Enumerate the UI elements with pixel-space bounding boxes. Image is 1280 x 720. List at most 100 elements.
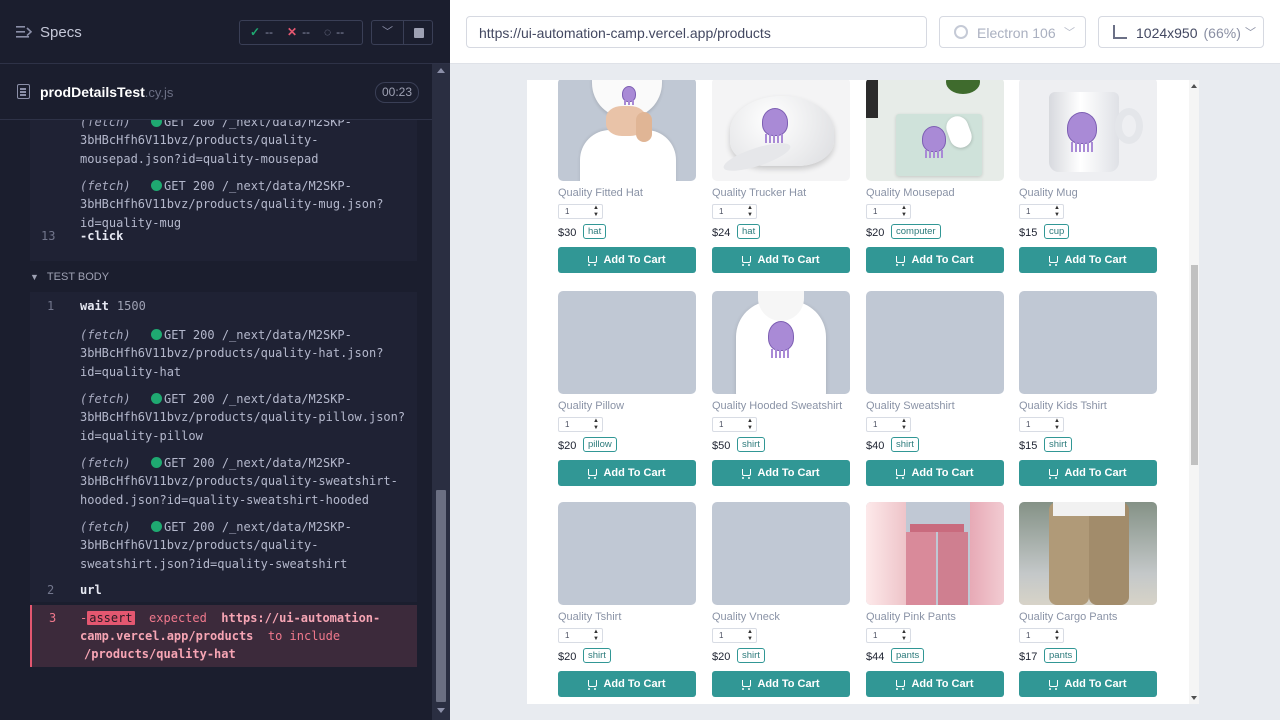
stepper-arrows-icon[interactable]: ▲ ▼	[1054, 629, 1060, 642]
product-name[interactable]: Quality Cargo Pants	[1019, 611, 1117, 623]
add-to-cart-button[interactable]: Add To Cart	[558, 247, 696, 273]
stepper-arrows-icon[interactable]: ▲ ▼	[1054, 418, 1060, 431]
stepper-arrows-icon[interactable]: ▲ ▼	[747, 418, 753, 431]
product-name[interactable]: Quality Kids Tshirt	[1019, 400, 1107, 412]
specs-label[interactable]: Specs	[40, 24, 82, 41]
cart-icon	[588, 680, 598, 690]
product-image[interactable]	[712, 80, 850, 181]
product-image[interactable]	[866, 502, 1004, 605]
quantity-stepper[interactable]: 1 ▲ ▼	[1019, 204, 1064, 219]
spec-extension: .cy.js	[144, 85, 174, 100]
quantity-stepper[interactable]: 1 ▲ ▼	[1019, 417, 1064, 432]
stop-button[interactable]	[403, 20, 433, 45]
product-image[interactable]	[1019, 502, 1157, 605]
chevron-down-button[interactable]: ﹀	[371, 20, 404, 45]
add-to-cart-button[interactable]: Add To Cart	[1019, 671, 1157, 697]
command-fetch-sweatshirt[interactable]: (fetch) GET 200 /_next/data/M2SKP- 3bHBc…	[80, 520, 352, 571]
stepper-arrows-icon[interactable]: ▲ ▼	[747, 629, 753, 642]
scrollbar-thumb[interactable]	[1191, 265, 1198, 465]
pending-count: --	[336, 25, 345, 39]
add-to-cart-button[interactable]: Add To Cart	[866, 671, 1004, 697]
quantity-stepper[interactable]: 1 ▲ ▼	[558, 417, 603, 432]
product-image-placeholder[interactable]	[558, 502, 696, 605]
browser-selector[interactable]: Electron 106 ﹀	[939, 16, 1086, 48]
chevron-down-icon: ▼	[30, 272, 39, 282]
add-to-cart-button[interactable]: Add To Cart	[866, 460, 1004, 486]
list-icon[interactable]	[16, 25, 32, 39]
quantity-stepper[interactable]: 1 ▲ ▼	[712, 204, 757, 219]
add-to-cart-button[interactable]: Add To Cart	[712, 671, 850, 697]
viewport-selector[interactable]: 1024x950 (66%) ﹀	[1098, 16, 1264, 48]
command-fetch-hat[interactable]: (fetch) GET 200 /_next/data/M2SKP- 3bHBc…	[80, 328, 383, 379]
product-image[interactable]	[558, 80, 696, 181]
url-bar[interactable]: https://ui-automation-camp.vercel.app/pr…	[466, 16, 927, 48]
product-name[interactable]: Quality Pink Pants	[866, 611, 956, 623]
add-to-cart-button[interactable]: Add To Cart	[1019, 247, 1157, 273]
command-fetch-mug[interactable]: (fetch) GET 200 /_next/data/M2SKP- 3bHBc…	[80, 179, 383, 230]
command-fetch-sweatshirt-hooded[interactable]: (fetch) GET 200 /_next/data/M2SKP- 3bHBc…	[80, 456, 398, 507]
product-price: $20	[866, 227, 885, 239]
add-to-cart-button[interactable]: Add To Cart	[866, 247, 1004, 273]
quantity-stepper[interactable]: 1 ▲ ▼	[712, 628, 757, 643]
quantity-stepper[interactable]: 1 ▲ ▼	[1019, 628, 1064, 643]
status-dot	[151, 521, 163, 532]
quantity-stepper[interactable]: 1 ▲ ▼	[866, 417, 911, 432]
quantity-stepper[interactable]: 1 ▲ ▼	[558, 628, 603, 643]
product-image-placeholder[interactable]	[1019, 291, 1157, 394]
command-fetch-mousepad[interactable]: (fetch) GET 200 /_next/data/M2SKP- 3bHBc…	[80, 120, 352, 166]
stepper-arrows-icon[interactable]: ▲ ▼	[1054, 205, 1060, 218]
product-name[interactable]: Quality Hooded Sweatshirt	[712, 400, 842, 412]
command-click[interactable]: -click	[80, 229, 123, 243]
scroll-down-icon[interactable]	[1191, 696, 1197, 700]
stats-bar: ✓ -- ✕ -- ◌ --	[239, 20, 363, 45]
product-image-placeholder[interactable]	[712, 502, 850, 605]
product-name[interactable]: Quality Fitted Hat	[558, 187, 643, 199]
scroll-down-icon[interactable]	[437, 708, 445, 713]
category-tag: shirt	[1044, 437, 1072, 452]
product-image[interactable]	[1019, 80, 1157, 181]
scroll-up-icon[interactable]	[437, 68, 445, 73]
product-name[interactable]: Quality Vneck	[712, 611, 780, 623]
scroll-up-icon[interactable]	[1191, 84, 1197, 88]
failed-assertion[interactable]: 3 - assert expected https://ui-automation…	[30, 605, 417, 667]
add-to-cart-button[interactable]: Add To Cart	[712, 247, 850, 273]
category-tag: pants	[1044, 648, 1078, 663]
product-name[interactable]: Quality Sweatshirt	[866, 400, 955, 412]
quantity-stepper[interactable]: 1 ▲ ▼	[866, 204, 911, 219]
quantity-stepper[interactable]: 1 ▲ ▼	[712, 417, 757, 432]
stepper-arrows-icon[interactable]: ▲ ▼	[901, 629, 907, 642]
product-image[interactable]	[712, 291, 850, 394]
stepper-arrows-icon[interactable]: ▲ ▼	[901, 418, 907, 431]
product-image-placeholder[interactable]	[558, 291, 696, 394]
stepper-arrows-icon[interactable]: ▲ ▼	[593, 418, 599, 431]
spec-name[interactable]: prodDetailsTest.cy.js	[40, 84, 173, 100]
command-wait[interactable]: wait 1500	[80, 299, 146, 313]
product-image[interactable]	[866, 80, 1004, 181]
stepper-arrows-icon[interactable]: ▲ ▼	[747, 205, 753, 218]
app-under-test: Quality Fitted Hat 1 ▲ ▼ $30 hat Add To Cart Qu…	[527, 80, 1199, 704]
add-to-cart-button[interactable]: Add To Cart	[712, 460, 850, 486]
add-to-cart-button[interactable]: Add To Cart	[558, 671, 696, 697]
x-icon: ✕	[287, 25, 298, 39]
command-url[interactable]: url	[80, 583, 102, 597]
command-number: 13	[41, 229, 56, 243]
command-log: (fetch) GET 200 /_next/data/M2SKP- 3bHBc…	[0, 120, 432, 680]
category-tag: computer	[891, 224, 941, 239]
app-scrollbar[interactable]	[1189, 80, 1199, 704]
product-name[interactable]: Quality Trucker Hat	[712, 187, 806, 199]
product-name[interactable]: Quality Mug	[1019, 187, 1078, 199]
product-name[interactable]: Quality Tshirt	[558, 611, 621, 623]
add-to-cart-button[interactable]: Add To Cart	[1019, 460, 1157, 486]
quantity-stepper[interactable]: 1 ▲ ▼	[558, 204, 603, 219]
product-name[interactable]: Quality Pillow	[558, 400, 624, 412]
test-body-header[interactable]: ▼ TEST BODY	[30, 271, 109, 283]
quantity-stepper[interactable]: 1 ▲ ▼	[866, 628, 911, 643]
add-to-cart-button[interactable]: Add To Cart	[558, 460, 696, 486]
stepper-arrows-icon[interactable]: ▲ ▼	[901, 205, 907, 218]
scrollbar-thumb[interactable]	[436, 490, 446, 702]
command-fetch-pillow[interactable]: (fetch) GET 200 /_next/data/M2SKP- 3bHBc…	[80, 392, 405, 443]
stepper-arrows-icon[interactable]: ▲ ▼	[593, 205, 599, 218]
product-image-placeholder[interactable]	[866, 291, 1004, 394]
product-name[interactable]: Quality Mousepad	[866, 187, 955, 199]
stepper-arrows-icon[interactable]: ▲ ▼	[593, 629, 599, 642]
